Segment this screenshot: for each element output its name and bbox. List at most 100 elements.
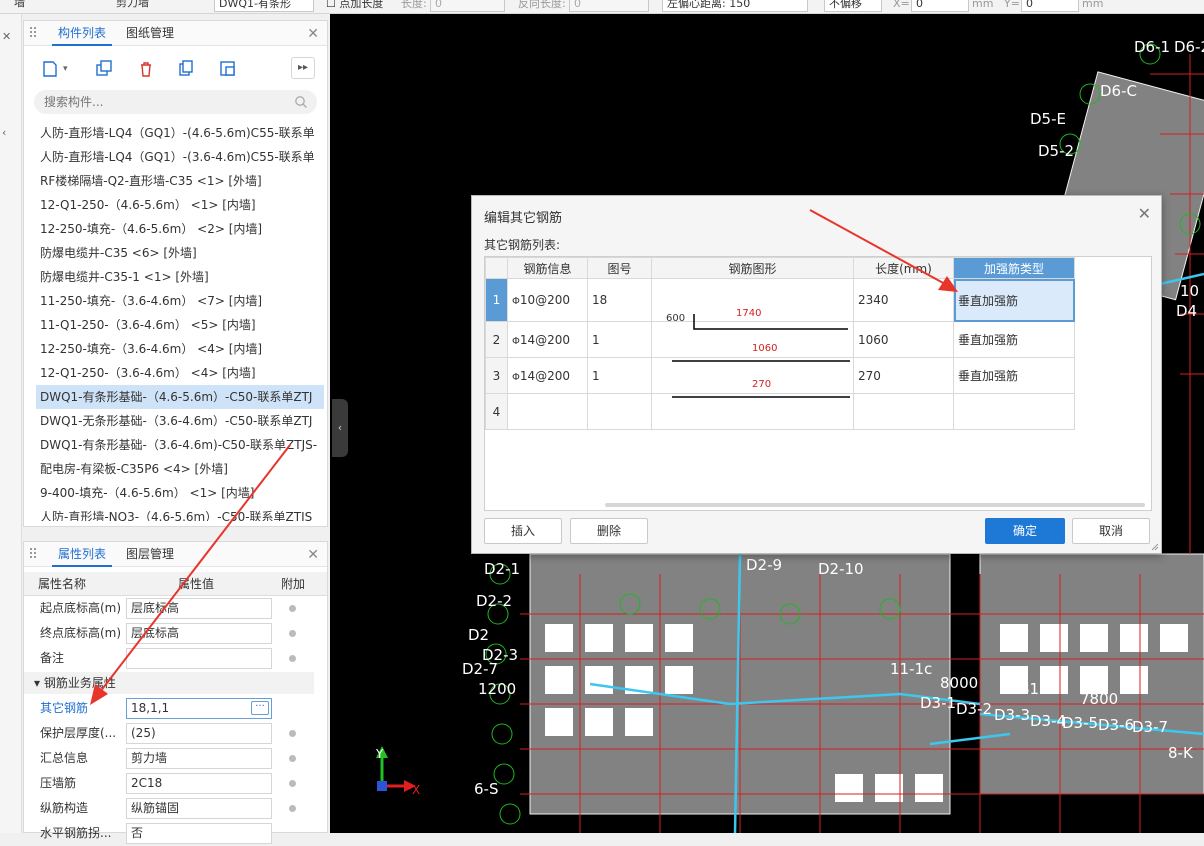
close-icon[interactable]: ✕ xyxy=(1138,204,1151,223)
cell-length[interactable] xyxy=(853,393,954,430)
collapse-triangle-icon: ▾ xyxy=(34,676,44,690)
offset-mode-select[interactable]: 不偏移 xyxy=(824,0,882,12)
element-type-select[interactable]: 墙 xyxy=(10,0,108,12)
property-value-field[interactable]: 层底标高 xyxy=(126,598,272,619)
extra-toggle[interactable] xyxy=(289,605,296,612)
x-input[interactable]: 0 xyxy=(911,0,969,12)
list-item[interactable]: 11-250-填充-（3.6-4.6m） <7> [内墙] xyxy=(36,289,324,313)
list-item[interactable]: 人防-直形墙-LQ4（GQ1）-(3.6-4.6m)C55-联系单 xyxy=(36,145,324,169)
resize-grip-icon[interactable] xyxy=(1151,543,1159,551)
row-number[interactable]: 1 xyxy=(485,278,508,322)
cell-figure-no[interactable]: 18 xyxy=(587,278,652,322)
search-icon[interactable] xyxy=(294,95,308,109)
cell-length[interactable]: 2340 xyxy=(853,278,954,322)
cancel-button[interactable]: 取消 xyxy=(1072,518,1150,544)
cell-rebar-info[interactable] xyxy=(507,393,588,430)
list-item[interactable]: 12-Q1-250-（4.6-5.6m） <1> [内墙] xyxy=(36,193,324,217)
tab-drawing-management[interactable]: 图纸管理 xyxy=(120,21,180,46)
grid-horizontal-scrollbar[interactable] xyxy=(605,503,1145,507)
component-toolbar: ▾ ▸▸ xyxy=(24,46,327,90)
list-item[interactable]: 9-400-填充-（4.6-5.6m） <1> [内墙] xyxy=(36,481,324,505)
property-group-rebar[interactable]: ▾ 钢筋业务属性 xyxy=(24,672,314,694)
row-number[interactable]: 2 xyxy=(485,321,508,358)
insert-button[interactable]: 插入 xyxy=(484,518,562,544)
extra-toggle[interactable] xyxy=(289,755,296,762)
cell-reinforcement-type[interactable]: 垂直加强筋 xyxy=(953,278,1075,322)
layer-copy-icon[interactable] xyxy=(174,57,196,79)
add-length-checkbox[interactable]: ☐ 点加长度 xyxy=(326,0,383,13)
delete-icon[interactable] xyxy=(134,57,156,79)
cell-rebar-info[interactable]: Φ10@200 xyxy=(507,278,588,322)
row-number[interactable]: 4 xyxy=(485,393,508,430)
property-value-field[interactable]: 否 xyxy=(126,823,272,844)
cell-figure-no[interactable] xyxy=(587,393,652,430)
component-settings-icon[interactable] xyxy=(216,57,238,79)
y-input[interactable]: 0 xyxy=(1021,0,1079,12)
list-item-selected[interactable]: DWQ1-有条形基础-（4.6-5.6m）-C50-联系单ZTJ xyxy=(36,385,324,409)
copy-component-icon[interactable] xyxy=(92,57,114,79)
collapse-icon[interactable]: ✕ xyxy=(2,30,11,43)
properties-panel: 属性列表 图层管理 ✕ 属性名称 属性值 附加 起点底标高(m) 层底标高 终点… xyxy=(23,541,328,844)
list-item[interactable]: DWQ1-无条形基础-（3.6-4.6m）-C50-联系单ZTJ xyxy=(36,409,324,433)
drag-handle[interactable] xyxy=(30,27,38,39)
property-name: 其它钢筋 xyxy=(40,701,89,715)
cell-figure-no[interactable]: 1 xyxy=(587,357,652,394)
collapse-panel-button[interactable]: ‹ xyxy=(332,399,348,457)
row-number[interactable]: 3 xyxy=(485,357,508,394)
ellipsis-button[interactable]: ··· xyxy=(251,701,269,715)
extra-toggle[interactable] xyxy=(289,805,296,812)
property-value-field[interactable]: 2C18 xyxy=(126,773,272,794)
property-value-field[interactable]: (25) xyxy=(126,723,272,744)
extra-toggle[interactable] xyxy=(289,655,296,662)
more-tools-button[interactable]: ▸▸ xyxy=(291,57,315,79)
list-item[interactable]: 12-250-填充-（4.6-5.6m） <2> [内墙] xyxy=(36,217,324,241)
length-input[interactable]: 0 xyxy=(430,0,505,12)
list-item[interactable]: 配电房-有梁板-C35P6 <4> [外墙] xyxy=(36,457,324,481)
cell-rebar-info[interactable]: Φ14@200 xyxy=(507,321,588,358)
delete-button[interactable]: 删除 xyxy=(570,518,648,544)
list-item[interactable]: 人防-直形墙-NQ3-（4.6-5.6m）-C50-联系单ZTJS xyxy=(36,505,324,521)
cell-length[interactable]: 1060 xyxy=(853,321,954,358)
list-item[interactable]: 防爆电缆井-C35 <6> [外墙] xyxy=(36,241,324,265)
element-subtype-select[interactable]: 剪力墙 xyxy=(112,0,210,12)
cell-figure-no[interactable]: 1 xyxy=(587,321,652,358)
cell-reinforcement-type[interactable] xyxy=(953,393,1075,430)
property-value-field[interactable]: 层底标高 xyxy=(126,623,272,644)
tab-layer-management[interactable]: 图层管理 xyxy=(120,542,180,567)
reverse-length-input[interactable]: 0 xyxy=(569,0,649,12)
left-offset-input[interactable]: 左偏心距离: 150 xyxy=(662,0,808,12)
drag-handle[interactable] xyxy=(30,548,38,560)
list-item[interactable]: 12-Q1-250-（3.6-4.6m） <4> [内墙] xyxy=(36,361,324,385)
cell-reinforcement-type[interactable]: 垂直加强筋 xyxy=(953,357,1075,394)
list-item[interactable]: 人防-直形墙-LQ4（GQ1）-(4.6-5.6m)C55-联系单 xyxy=(36,121,324,145)
new-component-icon[interactable] xyxy=(38,57,60,79)
tab-component-list[interactable]: 构件列表 xyxy=(52,21,113,46)
list-item[interactable]: 12-250-填充-（3.6-4.6m） <4> [内墙] xyxy=(36,337,324,361)
list-item[interactable]: 防爆电缆井-C35-1 <1> [外墙] xyxy=(36,265,324,289)
property-value-field[interactable]: 剪力墙 xyxy=(126,748,272,769)
property-value-field[interactable]: 纵筋锚固 xyxy=(126,798,272,819)
ok-button[interactable]: 确定 xyxy=(985,518,1065,544)
shape-line xyxy=(693,314,848,330)
list-item[interactable]: DWQ1-有条形基础-（3.6-4.6m)-C50-联系单ZTJS- xyxy=(36,433,324,457)
new-dropdown-chevron-icon[interactable]: ▾ xyxy=(62,57,72,79)
cell-reinforcement-type[interactable]: 垂直加强筋 xyxy=(953,321,1075,358)
property-value-field[interactable] xyxy=(126,648,272,669)
close-icon[interactable]: ✕ xyxy=(307,547,319,563)
cell-length[interactable]: 270 xyxy=(853,357,954,394)
extra-toggle[interactable] xyxy=(289,730,296,737)
close-icon[interactable]: ✕ xyxy=(307,26,319,42)
list-item[interactable]: RF楼梯隔墙-Q2-直形墙-C35 <1> [外墙] xyxy=(36,169,324,193)
table-row[interactable]: 1 Φ10@200 18 600 1740 2340 垂直加强筋 xyxy=(485,278,1075,330)
component-select[interactable]: DWQ1-有条形 xyxy=(214,0,314,12)
shape-dim-a: 600 xyxy=(666,313,686,324)
list-item[interactable]: 11-Q1-250-（3.6-4.6m） <5> [内墙] xyxy=(36,313,324,337)
extra-toggle[interactable] xyxy=(289,780,296,787)
tab-properties[interactable]: 属性列表 xyxy=(52,542,113,567)
component-search-input[interactable] xyxy=(34,90,317,114)
cell-rebar-shape[interactable]: 600 1740 xyxy=(651,278,854,330)
other-rebar-field[interactable]: 18,1,1 ··· xyxy=(126,698,272,719)
extra-toggle[interactable] xyxy=(289,630,296,637)
cell-rebar-info[interactable]: Φ14@200 xyxy=(507,357,588,394)
element-subtype-value: 剪力墙 xyxy=(116,0,149,9)
